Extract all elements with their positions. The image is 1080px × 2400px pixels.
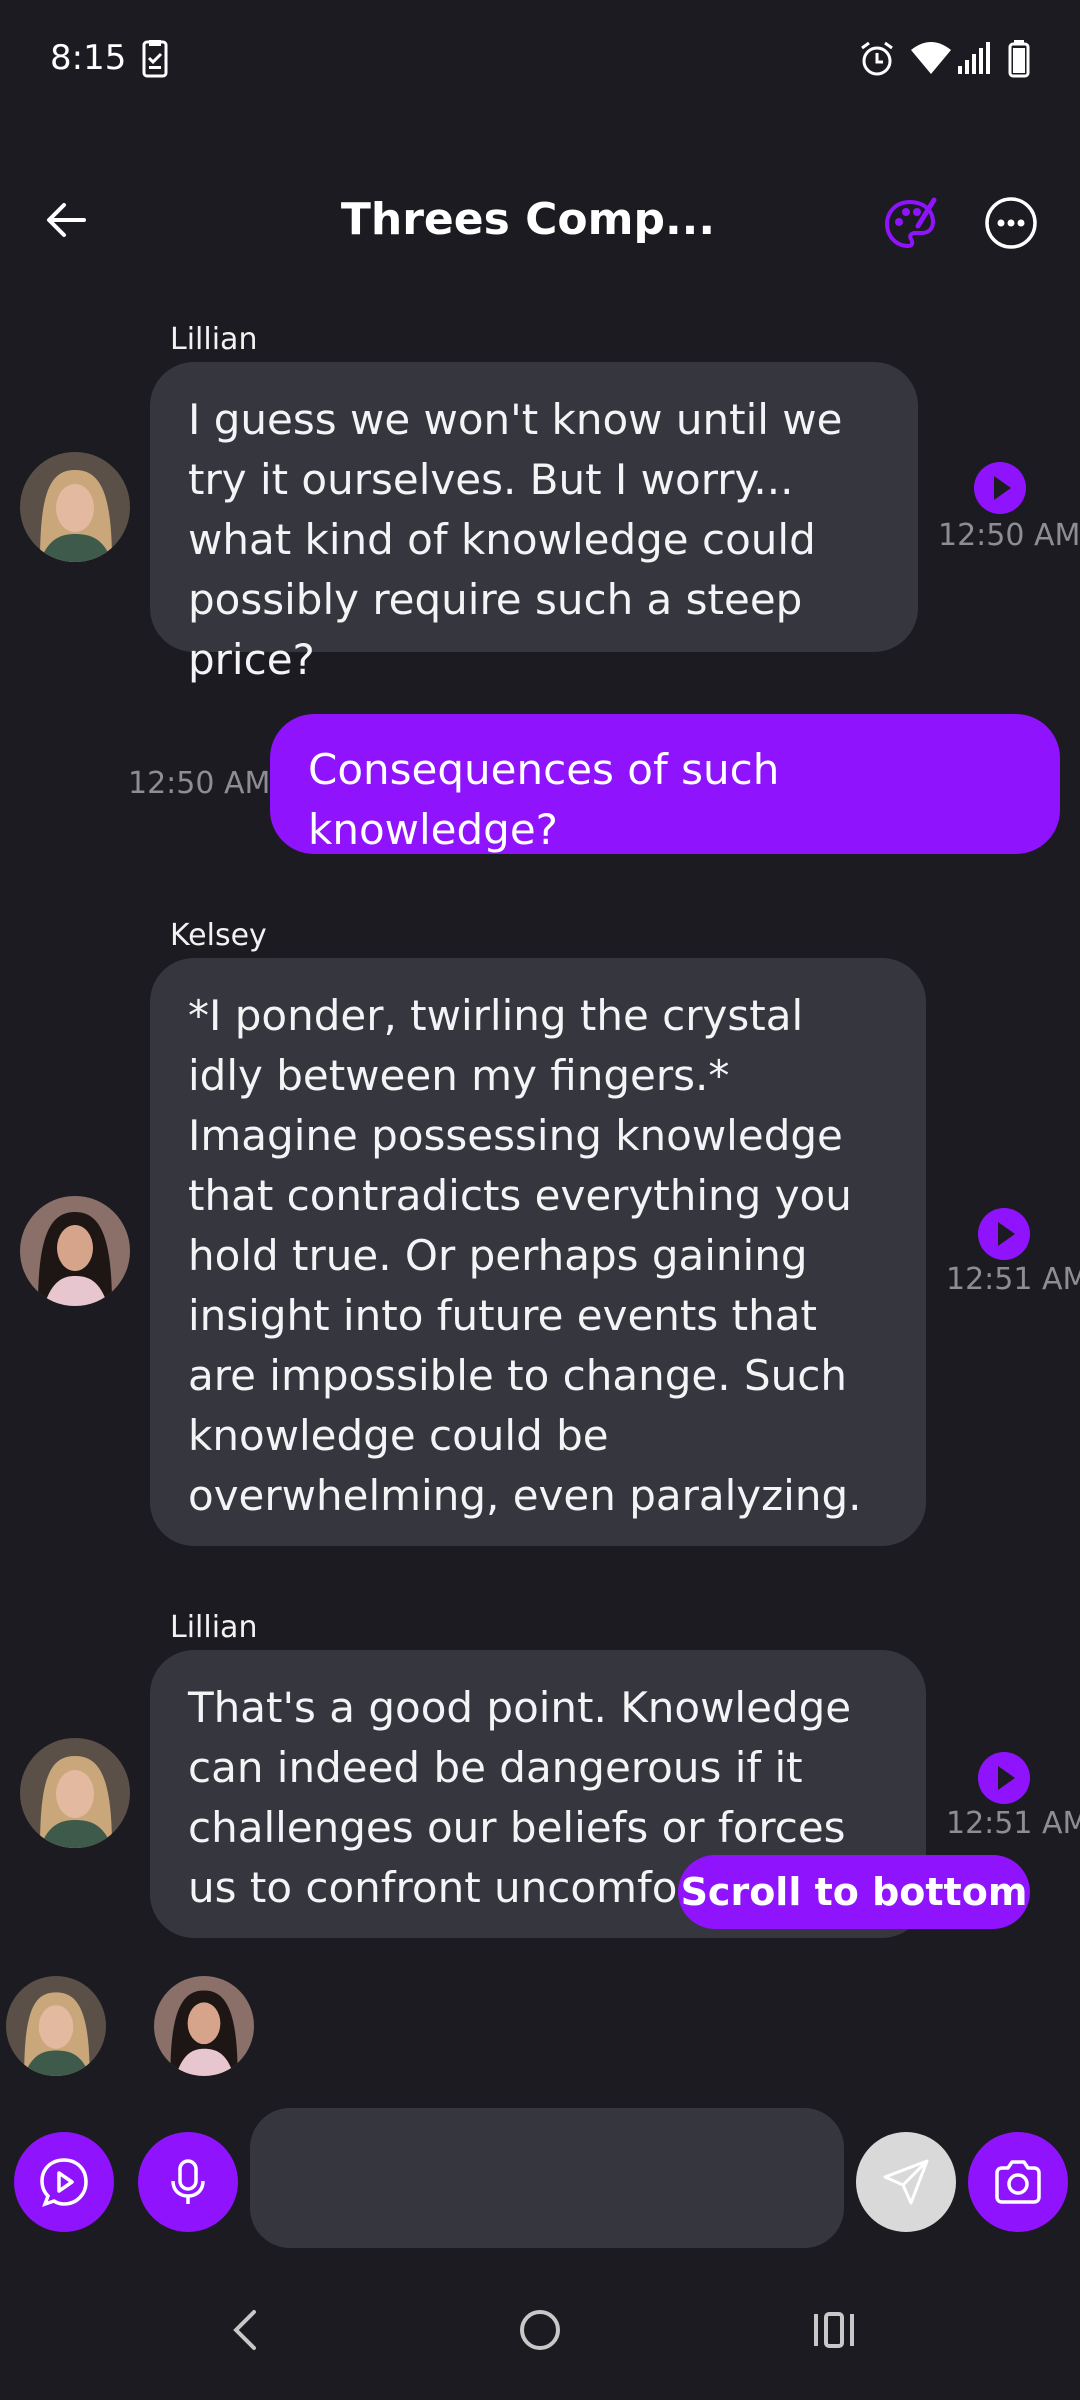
sender-name: Kelsey [170, 918, 267, 953]
message-bubble[interactable]: I guess we won't know until we try it ou… [150, 362, 918, 684]
video-message-button[interactable] [14, 2132, 114, 2232]
battery-icon [1008, 40, 1030, 82]
message-time: 12:50 AM [128, 766, 271, 801]
scroll-to-bottom-button[interactable]: Scroll to bottom [678, 1855, 1030, 1929]
status-bar: 8:15 [0, 0, 1080, 124]
alarm-icon [858, 40, 896, 82]
message-bubble[interactable]: *I ponder, twirling the crystal idly bet… [150, 958, 926, 1546]
more-options-icon[interactable] [984, 196, 1038, 250]
play-audio-icon[interactable] [978, 1752, 1030, 1804]
camera-button[interactable] [968, 2132, 1068, 2232]
message-text: Consequences of such knowledge? [308, 745, 780, 854]
nav-recents-icon[interactable] [804, 2300, 864, 2360]
wifi-icon [910, 40, 952, 80]
chat-header: Threes Comp... [0, 170, 1080, 280]
signal-icon [956, 40, 992, 80]
play-audio-icon[interactable] [974, 462, 1026, 514]
status-time: 8:15 [50, 38, 127, 78]
message-time: 12:51 AM [946, 1262, 1080, 1297]
microphone-button[interactable] [138, 2132, 238, 2232]
avatar-kelsey[interactable] [20, 1196, 130, 1306]
message-bubble-outgoing[interactable]: Consequences of such knowledge? [270, 714, 1060, 854]
message-text: I guess we won't know until we try it ou… [188, 395, 843, 684]
message-input[interactable] [250, 2108, 844, 2248]
sender-name: Lillian [170, 322, 258, 357]
nav-home-icon[interactable] [510, 2300, 570, 2360]
avatar-lillian[interactable] [20, 1738, 130, 1848]
sender-name: Lillian [170, 1610, 258, 1645]
avatar-lillian[interactable] [20, 452, 130, 562]
message-text: *I ponder, twirling the crystal idly bet… [188, 991, 862, 1520]
message-time: 12:50 AM [938, 518, 1080, 553]
send-button[interactable] [856, 2132, 956, 2232]
play-audio-icon[interactable] [978, 1208, 1030, 1260]
palette-icon[interactable] [882, 196, 938, 252]
clipboard-icon [142, 40, 168, 82]
message-time: 12:51 AM [946, 1806, 1080, 1841]
nav-back-icon[interactable] [216, 2300, 276, 2360]
participant-avatar-kelsey[interactable] [154, 1976, 254, 2076]
participant-avatar-lillian[interactable] [6, 1976, 106, 2076]
